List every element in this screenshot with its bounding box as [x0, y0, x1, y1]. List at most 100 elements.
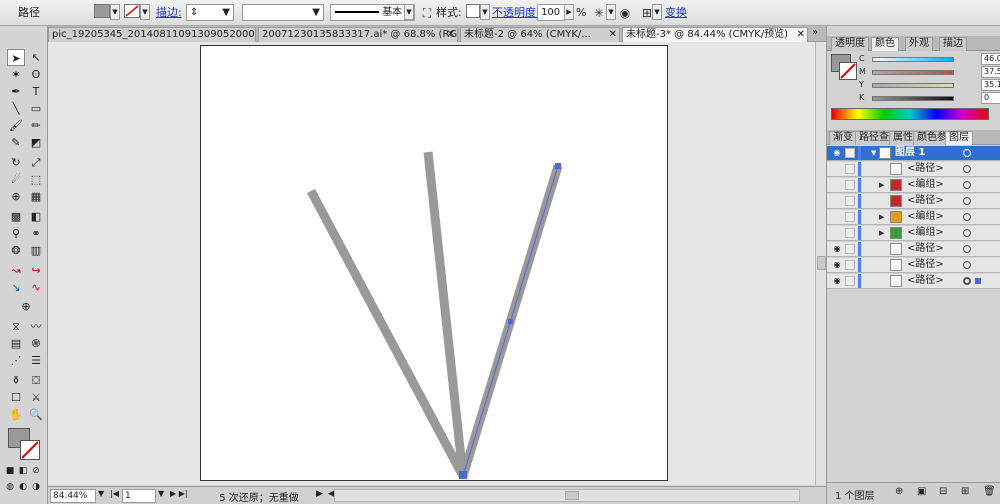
blob-brush-tool-icon[interactable]: ✎: [7, 134, 25, 151]
draw-normal-icon[interactable]: ◍: [4, 479, 16, 496]
stroke-swatch[interactable]: [124, 4, 140, 18]
paint-bucket-tool-icon[interactable]: ⛋: [27, 372, 45, 389]
mesh-tool-icon[interactable]: ▩: [7, 208, 25, 225]
magic-wand-tool-icon[interactable]: ✶: [7, 66, 25, 83]
eyedropper-tool-icon[interactable]: ⚲: [7, 225, 25, 242]
chart-tool-icon[interactable]: ▤: [7, 335, 25, 352]
yellow-value[interactable]: 35.16: [981, 79, 1000, 91]
layer-item-3[interactable]: <路径>: [827, 194, 1000, 209]
item-name[interactable]: <路径>: [907, 243, 944, 255]
tab-pathfinder[interactable]: 路径查: [855, 131, 893, 145]
new-sublayer-icon[interactable]: ⊟: [939, 486, 947, 497]
layer-item-8[interactable]: ◉ <路径>: [827, 274, 1000, 289]
wave-tool-icon[interactable]: 〰: [27, 318, 45, 335]
recolor-dropdown[interactable]: ▼: [606, 4, 616, 20]
vertical-scroll-thumb[interactable]: [817, 256, 826, 270]
clipping-mask-icon[interactable]: ▣: [917, 486, 926, 497]
artboard-number-field[interactable]: 1: [122, 489, 156, 503]
symbol-sprayer-tool-icon[interactable]: ❂: [7, 242, 25, 259]
curvature-tool-icon[interactable]: ↪: [27, 262, 45, 279]
style-swatch[interactable]: [466, 4, 480, 18]
close-icon[interactable]: ✕: [447, 28, 455, 41]
tab-overflow-icon[interactable]: »: [812, 27, 818, 38]
target-icon[interactable]: [963, 213, 971, 221]
brush-dropdown[interactable]: ▼: [404, 4, 414, 20]
eraser-tool-icon[interactable]: ◩: [27, 134, 45, 151]
layer-target-icon[interactable]: [963, 149, 971, 157]
opacity-field[interactable]: 100: [537, 4, 565, 21]
item-name[interactable]: <路径>: [907, 195, 944, 207]
target-icon[interactable]: [963, 229, 971, 237]
item-name[interactable]: <编组>: [907, 227, 944, 239]
lock-toggle[interactable]: [845, 228, 855, 238]
slice-tool-icon[interactable]: ⚱: [7, 372, 25, 389]
tab-transparency[interactable]: 透明度: [831, 37, 869, 51]
warp-tool-icon[interactable]: ☄: [7, 171, 25, 188]
tab-document-3[interactable]: 未标题-2 @ 64% (CMYK/... ✕: [460, 27, 620, 42]
rotate-tool-icon[interactable]: ↻: [7, 154, 25, 171]
delete-layer-icon[interactable]: 🗑: [983, 486, 996, 497]
zoom-tool-icon[interactable]: 🔍: [27, 406, 45, 423]
gradient-mode-icon[interactable]: ◧: [17, 463, 29, 480]
tab-appearance[interactable]: 外观: [905, 37, 933, 51]
item-name[interactable]: <路径>: [907, 259, 944, 271]
layer-row-main[interactable]: ◉ ▼ 图层 1: [827, 146, 1000, 161]
hand-tool-icon[interactable]: ✋: [7, 406, 25, 423]
lock-toggle[interactable]: [845, 260, 855, 270]
globe-icon[interactable]: ◉: [616, 4, 634, 22]
close-icon[interactable]: ✕: [609, 28, 617, 41]
artboard-tool-icon[interactable]: ☐: [7, 389, 25, 406]
status-menu-arrow[interactable]: ▶: [316, 489, 323, 499]
horizontal-scrollbar[interactable]: [334, 489, 800, 502]
canvas-area[interactable]: [48, 42, 815, 485]
tab-gradient[interactable]: 渐变: [829, 131, 857, 145]
target-icon[interactable]: [963, 277, 971, 285]
expand-icon[interactable]: ▼: [871, 148, 876, 158]
scale-tool-icon[interactable]: ⤢: [27, 154, 45, 171]
item-name[interactable]: <路径>: [907, 163, 944, 175]
artboard[interactable]: [200, 45, 668, 481]
align-dropdown[interactable]: ▼: [652, 4, 662, 20]
knife-tool-icon[interactable]: ⚔: [27, 389, 45, 406]
fill-dropdown[interactable]: ▼: [110, 4, 120, 20]
layer-item-1[interactable]: <路径>: [827, 162, 1000, 177]
zoom-dropdown[interactable]: ▼: [98, 489, 104, 498]
pen-tool-icon[interactable]: ✒: [7, 83, 25, 100]
envelope-tool-icon[interactable]: ⧖: [7, 318, 25, 335]
lock-toggle[interactable]: [845, 244, 855, 254]
lock-toggle[interactable]: [845, 180, 855, 190]
magenta-slider[interactable]: [872, 70, 954, 75]
tab-document-2[interactable]: 20071230135833317.ai* @ 68.8% (RG... ✕: [258, 27, 458, 42]
artboard-dropdown[interactable]: ▼: [158, 489, 164, 498]
crosshair-tool-icon[interactable]: ⊕: [17, 298, 35, 315]
gradient-tool-icon[interactable]: ◧: [27, 208, 45, 225]
cyan-slider[interactable]: [872, 57, 954, 62]
cyan-value[interactable]: 46.09: [981, 53, 1000, 65]
stroke-dropdown[interactable]: ▼: [140, 4, 150, 20]
item-name[interactable]: <编组>: [907, 211, 944, 223]
tab-color[interactable]: 颜色: [871, 37, 899, 51]
free-transform-tool-icon[interactable]: ⬚: [27, 171, 45, 188]
horizontal-scroll-thumb[interactable]: [565, 491, 579, 500]
target-icon[interactable]: [963, 197, 971, 205]
black-slider[interactable]: [872, 96, 954, 101]
item-name[interactable]: <编组>: [907, 179, 944, 191]
layer-item-2[interactable]: ▶ <编组>: [827, 178, 1000, 193]
layer-item-6[interactable]: ◉ <路径>: [827, 242, 1000, 257]
first-artboard-button[interactable]: |◀: [110, 489, 119, 498]
tab-document-1[interactable]: pic_19205345_20140811091309052000.ai* @ …: [48, 27, 256, 42]
lock-toggle[interactable]: [845, 212, 855, 222]
lasso-tool-icon[interactable]: ʘ: [27, 66, 45, 83]
yellow-slider[interactable]: [872, 83, 954, 88]
opacity-link[interactable]: 不透明度:: [492, 4, 540, 22]
lock-toggle[interactable]: [845, 148, 855, 158]
zoom-field[interactable]: 84.44%: [50, 489, 96, 503]
rectangle-tool-icon[interactable]: ▭: [27, 100, 45, 117]
variable-width-field[interactable]: ▼: [242, 4, 324, 21]
locate-object-icon[interactable]: ⊕: [895, 486, 903, 497]
target-icon[interactable]: [963, 245, 971, 253]
magenta-value[interactable]: 37.5: [981, 66, 1000, 78]
black-value[interactable]: 0: [981, 92, 1000, 104]
expand-icon[interactable]: ▶: [879, 180, 884, 190]
selection-tool-icon[interactable]: ➤: [7, 49, 25, 66]
